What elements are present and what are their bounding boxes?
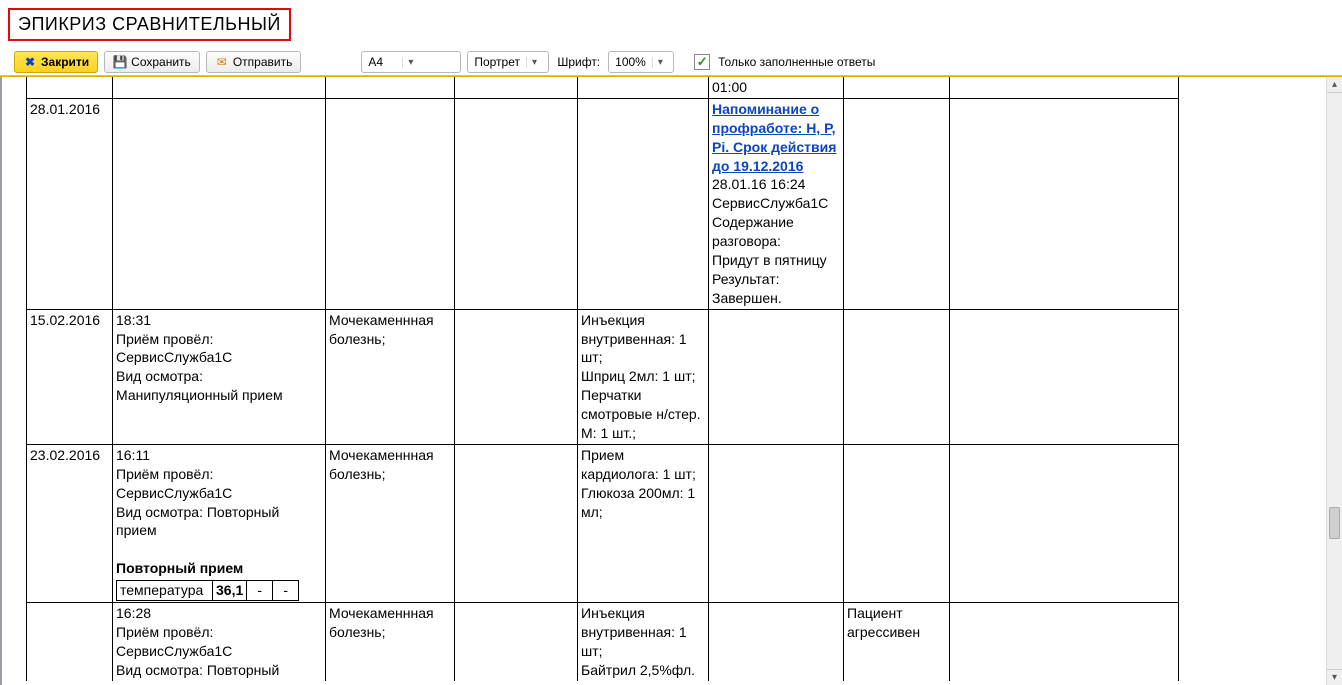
cell-c4 [455,98,578,309]
cell-notes: Напоминание о профработе: H, P, Pi. Срок… [709,98,844,309]
orientation-value: Портрет [468,55,526,69]
filled-only-label: Только заполненные ответы [716,55,877,69]
cell-diagnosis: Мочекаменнная болезнь; [326,309,455,444]
vital-dash: - [273,581,299,601]
vital-value: 36,1 [213,581,247,601]
cell-treatment: Прием кардиолога: 1 шт; Глюкоза 200мл: 1… [578,444,709,602]
table-row: 15.02.2016 18:31 Приём провёл: СервисСлу… [27,309,1179,444]
document-area: 01:00 28.01.2016 Напоминание о профработ… [0,77,1342,685]
cell-treatment: Инъекция внутривенная: 1 шт; Байтрил 2,5… [578,603,709,681]
cell-c7 [844,98,950,309]
cell-diagnosis: Мочекаменнная болезнь; [326,444,455,602]
cell-c8 [950,444,1179,602]
scroll-down-icon[interactable]: ▾ [1327,669,1342,685]
vitals-table: температура 36,1 - - [116,580,299,601]
chevron-down-icon: ▾ [402,57,418,68]
cell-c7 [844,444,950,602]
cell-diagnosis: Мочекаменнная болезнь; [326,603,455,681]
orientation-select[interactable]: Портрет ▾ [467,51,549,73]
cut-time-cell: 01:00 [709,77,844,98]
cell-c7: Пациент агрессивен [844,603,950,681]
cell-notes [709,603,844,681]
cell-treatment [578,98,709,309]
cell-c8 [950,309,1179,444]
cell-reception [113,98,326,309]
zoom-value: 100% [609,55,652,69]
reminder-link[interactable]: Напоминание о профработе: H, P, Pi. Срок… [712,101,836,174]
close-label: Закрити [41,55,89,69]
scroll-thumb[interactable] [1329,507,1340,539]
reception-text: 16:11 Приём провёл: СервисСлужба1С Вид о… [116,447,279,539]
page-title: ЭПИКРИЗ СРАВНИТЕЛЬНЫЙ [8,8,291,41]
zoom-select[interactable]: 100% ▾ [608,51,674,73]
close-icon: ✖ [23,55,37,69]
cell-notes [709,444,844,602]
send-label: Отправить [233,55,293,69]
cell-c4 [455,603,578,681]
floppy-icon: 💾 [113,55,127,69]
table-row: 16:28 Приём провёл: СервисСлужба1С Вид о… [27,603,1179,681]
save-button[interactable]: 💾 Сохранить [104,51,200,73]
cell-c8 [950,603,1179,681]
save-label: Сохранить [131,55,191,69]
epicrisis-table: 01:00 28.01.2016 Напоминание о профработ… [26,77,1179,681]
cut-time: 01:00 [712,79,747,95]
paper-size-value: A4 [362,55,402,69]
cell-date [27,603,113,681]
chevron-down-icon: ▾ [526,57,542,68]
envelope-icon: ✉ [215,55,229,69]
note-text: 28.01.16 16:24 СервисСлужба1С Содержание… [712,176,828,305]
filled-only-checkbox[interactable]: ✓ [694,54,710,70]
page-title-text: ЭПИКРИЗ СРАВНИТЕЛЬНЫЙ [18,14,281,34]
table-row: 23.02.2016 16:11 Приём провёл: СервисСлу… [27,444,1179,602]
paper-size-select[interactable]: A4 ▾ [361,51,461,73]
vital-dash: - [247,581,273,601]
cell-c4 [455,444,578,602]
cell-diagnosis [326,98,455,309]
toolbar: ✖ Закрити 💾 Сохранить ✉ Отправить A4 ▾ П… [14,50,877,74]
cell-c4 [455,309,578,444]
vertical-scrollbar[interactable]: ▴ ▾ [1326,77,1342,685]
table-row-cut: 01:00 [27,77,1179,98]
cell-reception: 18:31 Приём провёл: СервисСлужба1С Вид о… [113,309,326,444]
cell-c8 [950,98,1179,309]
font-label: Шрифт: [555,55,602,69]
scroll-up-icon[interactable]: ▴ [1327,77,1342,93]
cell-c7 [844,309,950,444]
table-row: 28.01.2016 Напоминание о профработе: H, … [27,98,1179,309]
cell-date: 28.01.2016 [27,98,113,309]
cell-treatment: Инъекция внутривенная: 1 шт; Шприц 2мл: … [578,309,709,444]
sub-header: Повторный прием [116,560,243,576]
cell-reception: 16:28 Приём провёл: СервисСлужба1С Вид о… [113,603,326,681]
vital-label: температура [117,581,213,601]
cell-notes [709,309,844,444]
close-button[interactable]: ✖ Закрити [14,51,98,73]
chevron-down-icon: ▾ [652,57,668,68]
send-button[interactable]: ✉ Отправить [206,51,302,73]
cell-date: 23.02.2016 [27,444,113,602]
cell-reception: 16:11 Приём провёл: СервисСлужба1С Вид о… [113,444,326,602]
cell-date: 15.02.2016 [27,309,113,444]
